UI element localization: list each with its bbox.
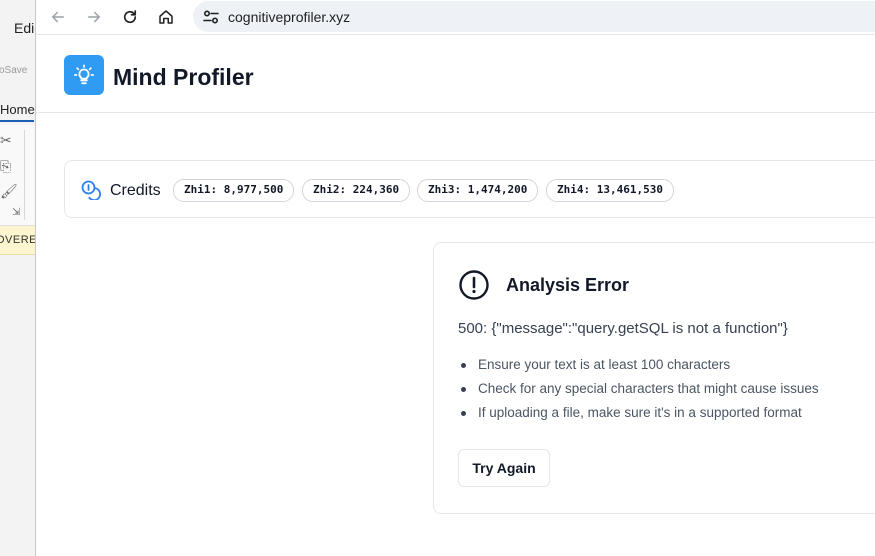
error-title: Analysis Error	[506, 275, 630, 295]
reload-button[interactable]	[118, 5, 142, 29]
copy-icon[interactable]: ⎘	[0, 158, 11, 175]
address-bar[interactable]: cognitiveprofiler.xyz	[193, 1, 875, 32]
autosave-label: oSave	[0, 65, 28, 76]
credit-chip-zhi3: Zhi3: 1,474,200	[417, 179, 539, 202]
credit-chip-zhi2: Zhi2: 224,360	[302, 179, 411, 202]
error-message: 500: {"message":"query.getSQL is not a f…	[458, 320, 788, 337]
home-icon	[159, 10, 173, 24]
credits-panel: Credits Zhi1: 8,977,500 Zhi2: 224,360 Zh…	[64, 160, 875, 218]
back-button[interactable]	[46, 5, 70, 29]
credit-chip-zhi4: Zhi4: 13,461,530	[546, 179, 674, 202]
coins-icon	[81, 180, 102, 200]
site-settings-icon[interactable]	[201, 7, 221, 27]
list-item: Ensure your text is at least 100 charact…	[458, 357, 819, 381]
forward-button[interactable]	[82, 5, 106, 29]
list-item: If uploading a file, make sure it's in a…	[458, 405, 819, 429]
notification-banner: OVERED	[0, 226, 36, 255]
browser-toolbar: cognitiveprofiler.xyz	[36, 0, 875, 35]
page-header: Mind Profiler	[36, 40, 875, 113]
arrow-left-icon	[52, 11, 64, 23]
tab-home-underline	[0, 120, 34, 122]
banner-text: OVERED	[0, 234, 36, 246]
app-logo	[64, 55, 104, 95]
lightbulb-icon	[74, 64, 94, 85]
troubleshooting-list: Ensure your text is at least 100 charact…	[458, 357, 819, 429]
list-item: Check for any special characters that mi…	[458, 381, 819, 405]
credits-label: Credits	[110, 182, 161, 199]
arrow-right-icon	[88, 11, 100, 23]
home-button[interactable]	[154, 5, 178, 29]
scissors-icon[interactable]: ✂	[0, 132, 12, 149]
url-text[interactable]: cognitiveprofiler.xyz	[228, 9, 350, 25]
analysis-error-card: Analysis Error 500: {"message":"query.ge…	[433, 242, 875, 514]
browser-window: cognitiveprofiler.xyz Mind Profiler Cred…	[35, 0, 875, 556]
app-title: Mind Profiler	[113, 64, 254, 90]
dialog-launcher-icon[interactable]: ⇲	[12, 207, 20, 218]
reload-icon	[123, 10, 137, 24]
background-app-window: Edi oSave Home ✂ ⎘ 🖌 ⇲ OVERED	[0, 0, 36, 556]
credit-chip-zhi1: Zhi1: 8,977,500	[173, 179, 295, 202]
format-painter-icon[interactable]: 🖌	[0, 183, 18, 200]
tab-home[interactable]: Home	[0, 102, 35, 117]
ribbon-separator	[24, 130, 25, 220]
menu-edit[interactable]: Edi	[14, 20, 34, 36]
try-again-button[interactable]: Try Again	[458, 449, 550, 487]
alert-circle-icon	[459, 270, 489, 300]
